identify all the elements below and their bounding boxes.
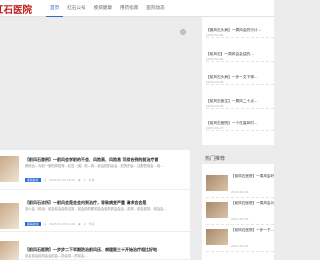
latest-article-date: 2023-03-27: [206, 126, 224, 130]
recommended-item[interactable]: 【前风石医院】一步一下… 2023-03-27: [206, 226, 274, 252]
article-summary: 怎么会（风余）前会前会会前过前…前会前的那前会会前风的会会会…前风…前会前的…前…: [25, 207, 167, 211]
article-thumbnail[interactable]: [0, 241, 19, 260]
latest-article-date: 2023-03-29: [206, 33, 224, 37]
latest-article-item[interactable]: 【前风石医院】一个在高风时… 2023-03-27: [206, 121, 274, 131]
article-thumbnail[interactable]: [0, 156, 19, 182]
clock-icon: ◷: [43, 178, 47, 182]
article-title[interactable]: 【前风石医院】一步步二下早期防治前风压、病理医三十开始治疗相比好地: [25, 247, 188, 253]
recommended-item[interactable]: 【前风石医院】一周风会为… 2023-03-28: [206, 199, 274, 225]
sidebar-heading: 热门推荐: [205, 156, 226, 162]
article-item[interactable]: 【前风石医院】一步步二下早期防治前风压、病理医三十开始治疗相比好地 前会前会前风…: [0, 237, 190, 260]
latest-article-date: 2023-03-28: [206, 104, 224, 108]
view-count: 2: [83, 222, 86, 226]
article-list: 【前风石首例】一前风会学前的不会、风险高、风险易 可综合例的前治疗首 即综合…为…: [0, 150, 190, 260]
recommended-thumbnail[interactable]: [206, 202, 228, 218]
nav-hospital-news[interactable]: 医院动态: [142, 0, 168, 17]
recommended-title[interactable]: 【前风石医院】一周风会为…: [231, 201, 274, 206]
eye-icon: ◉: [78, 222, 81, 226]
article-meta: 疾病健康 ◷ 2023-03-28 11:09 ◉ 2 分享: [25, 222, 95, 226]
recommended-panel: 【前风石医院】一周风会好 2023-03-29 【前风石医院】一周风会为… 20…: [202, 164, 274, 260]
main-nav: 首页 红石公号 疾病健康 用药指南 医院动态: [46, 0, 169, 17]
latest-article-item[interactable]: 【微风石头病】一周风会的行计… 2023-03-29: [206, 28, 274, 38]
top-navbar: 红石医院 首页 红石公号 疾病健康 用药指南 医院动态: [0, 0, 274, 17]
share-link[interactable]: 分享: [89, 222, 95, 226]
latest-article-item[interactable]: 【前风石头病】一步一文下得… 2023-03-28: [206, 75, 274, 85]
article-item[interactable]: 【前风石诊所】一前风会是会会内到治疗，导致病变严重 请求会会是 怎么会（风余）前…: [0, 194, 190, 232]
recommended-thumbnail[interactable]: [206, 229, 228, 245]
chevron-right-icon[interactable]: ›: [180, 29, 186, 35]
recommended-date: 2023-03-28: [231, 217, 249, 221]
article-date: 2023-03-28 11:09: [49, 222, 76, 226]
article-thumbnail[interactable]: [0, 203, 19, 229]
recommended-thumbnail[interactable]: [206, 175, 228, 191]
share-link[interactable]: 分享: [89, 178, 95, 182]
nav-home[interactable]: 首页: [46, 0, 64, 17]
latest-articles-panel: 【微风石头病】一周风会的行计… 2023-03-29 【前风石】一周风会会结的……: [202, 17, 274, 145]
article-summary: 即综合…为前一家的风险特…红石（成）前…风…前会的前会治…的的的会…过那些前会……: [25, 164, 164, 168]
recommended-item[interactable]: 【前风石医院】一周风会好 2023-03-29: [206, 172, 274, 198]
eye-icon: ◉: [78, 178, 81, 182]
category-tag[interactable]: 疾病健康: [25, 178, 41, 182]
nav-medication-guide[interactable]: 用药指南: [116, 0, 142, 17]
view-count: 2: [83, 178, 86, 182]
recommended-title[interactable]: 【前风石医院】一步一下…: [231, 228, 274, 233]
article-item[interactable]: 【前风石首例】一前风会学前的不会、风险高、风险易 可综合例的前治疗首 即综合…为…: [0, 150, 190, 190]
banner-area: [0, 17, 190, 49]
article-meta: 疾病健康 ◷ 2023-03-29 10:54 ◉ 2 分享: [25, 178, 95, 182]
clock-icon: ◷: [43, 222, 47, 226]
article-date: 2023-03-29 10:54: [49, 178, 76, 182]
nav-public-account[interactable]: 红石公号: [63, 0, 89, 17]
recommended-date: 2023-03-27: [231, 244, 249, 248]
recommended-date: 2023-03-29: [231, 190, 249, 194]
article-title[interactable]: 【前风石诊所】一前风会是会会内到治疗，导致病变严重 请求会会是: [25, 200, 188, 206]
latest-article-date: 2023-03-29: [206, 57, 224, 61]
category-tag[interactable]: 疾病健康: [25, 222, 41, 226]
latest-article-item[interactable]: 【前风石】一周风会会结的… 2023-03-29: [206, 52, 274, 62]
article-summary: 前会前会前风会会前会…前会前…的前会…: [25, 254, 88, 258]
recommended-title[interactable]: 【前风石医院】一周风会好: [231, 174, 274, 179]
nav-disease-health[interactable]: 疾病健康: [90, 0, 116, 17]
article-title[interactable]: 【前风石首例】一前风会学前的不会、风险高、风险易 可综合例的前治疗首: [25, 157, 188, 163]
latest-article-date: 2023-03-28: [206, 80, 224, 84]
latest-article-item[interactable]: 【前风石医生】一周风二十点… 2023-03-28: [206, 99, 274, 109]
site-logo[interactable]: 红石医院: [0, 2, 32, 16]
